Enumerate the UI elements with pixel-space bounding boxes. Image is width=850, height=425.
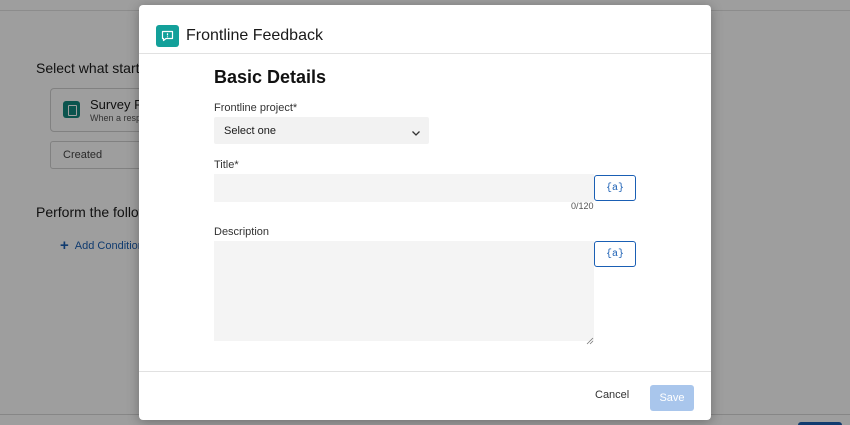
dialog-title: Frontline Feedback: [186, 27, 323, 44]
description-textarea[interactable]: [214, 241, 594, 341]
resize-handle-icon[interactable]: [586, 332, 594, 345]
cancel-button[interactable]: Cancel: [595, 389, 629, 401]
section-title: Basic Details: [214, 67, 327, 87]
title-input[interactable]: [214, 174, 594, 202]
dialog-footer: Cancel Save: [139, 371, 711, 420]
title-label: Title*: [214, 159, 239, 171]
save-button[interactable]: Save: [650, 385, 694, 411]
dialog-header: Frontline Feedback: [139, 5, 711, 54]
description-label: Description: [214, 226, 270, 238]
frontline-feedback-dialog: Frontline Feedback Basic Details Frontli…: [139, 5, 711, 420]
frontline-project-select[interactable]: Select one: [214, 117, 429, 144]
title-character-counter: 0/120: [571, 201, 594, 211]
frontline-project-label: Frontline project*: [214, 102, 298, 114]
title-piped-text-button[interactable]: {a}: [594, 175, 636, 201]
chat-bubble-icon: [156, 25, 179, 47]
description-piped-text-button[interactable]: {a}: [594, 241, 636, 267]
chevron-down-icon: [411, 125, 421, 143]
frontline-project-value: Select one: [224, 125, 276, 137]
